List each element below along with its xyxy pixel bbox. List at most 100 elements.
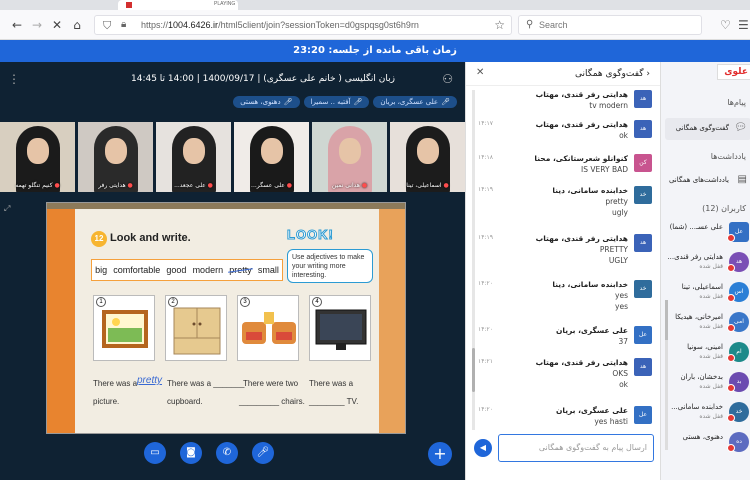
- tab-playing-label: PLAYING: [214, 1, 236, 7]
- picture-chairs: 3: [237, 295, 299, 361]
- message-text: pretty: [605, 197, 628, 206]
- lock-icon[interactable]: 🔒︎: [121, 19, 126, 30]
- send-button[interactable]: ◀: [474, 439, 492, 457]
- avatar[interactable]: هد: [634, 234, 652, 252]
- avatar[interactable]: عل: [634, 326, 652, 344]
- message-sender: هدایتی رفر قندی، مهتاب: [535, 120, 628, 129]
- tab-favicon: [126, 2, 132, 8]
- home-icon[interactable]: ⌂: [70, 18, 84, 32]
- mic-muted-badge: [727, 444, 735, 452]
- mute-button[interactable]: 🎤︎: [252, 442, 274, 464]
- mic-muted-badge: [727, 414, 735, 422]
- close-icon[interactable]: ✕: [50, 18, 64, 32]
- webcam-tile[interactable]: ● علی عسگر...: [234, 122, 309, 192]
- avatar[interactable]: خد: [634, 186, 652, 204]
- meeting-header: ⋮ زبان انگلیسی ( خانم علی عسگری) | 1400/…: [0, 62, 465, 92]
- search-placeholder: Search: [539, 20, 568, 30]
- webcam-label: علی عسگر...: [251, 182, 285, 189]
- picture-tv: 4: [309, 295, 371, 361]
- user-name: هدایتی رفر قندی...: [667, 253, 723, 261]
- message-text: IS VERY BAD: [581, 165, 628, 174]
- expand-icon[interactable]: ⤢: [4, 204, 10, 214]
- users-heading: کاربران (12): [702, 204, 746, 213]
- messages-heading: پیام‌ها: [727, 98, 746, 107]
- speaker-pill[interactable]: 🎤︎ علی عسگری، بریان: [373, 96, 457, 108]
- user-list-item[interactable]: بد بدخشان، باران قفل شده: [661, 370, 750, 394]
- webcam-button[interactable]: ◙: [180, 442, 202, 464]
- webcam-tile[interactable]: ● هدانی نمین: [312, 122, 387, 192]
- message-text: ugly: [611, 208, 628, 217]
- talking-indicators: 🎤︎ علی عسگری، بریان 🎤︎ آفتبه .. سمیرا 🎤︎ ده…: [233, 96, 457, 108]
- sentence-text: There was a: [309, 379, 354, 388]
- message-time: ۱۴:۱۹: [478, 234, 493, 241]
- user-name: دهنوی، هستی: [682, 433, 723, 441]
- school-logo: علوی: [717, 64, 750, 80]
- shield-icon[interactable]: ⛉: [103, 19, 111, 33]
- chat-message: عل علی عسگری، بریان ۱۴:۲۰ yes hasti: [474, 406, 652, 432]
- exercise-title: Look and write.: [110, 232, 191, 244]
- message-sender: هدایتی رفر قندی، مهتاب: [535, 234, 628, 243]
- webcam-tile[interactable]: ● هدایتی رفر: [78, 122, 153, 192]
- user-list-item[interactable]: ده دهنوی، هستی: [661, 430, 750, 454]
- word-crossed: pretty: [229, 265, 252, 275]
- avatar[interactable]: خد: [634, 280, 652, 298]
- speaker-pill[interactable]: 🎤︎ دهنوی، هستی: [233, 96, 300, 108]
- user-list-item[interactable]: خد خدابنده سامانی... قفل شده: [661, 400, 750, 424]
- chat-message: هد هدایتی رفر قندی، مهتاب ۱۴:۱۷ ok: [474, 120, 652, 146]
- message-text: tv modern: [589, 101, 628, 110]
- shared-notes-item[interactable]: ▤ یادداشت‌های همگانی: [665, 170, 750, 192]
- back-icon[interactable]: ←: [10, 18, 24, 32]
- user-list-item[interactable]: ام امینی، سونیا قفل شده: [661, 340, 750, 364]
- message-sender: خدابنده سامانی، دینا: [552, 280, 628, 289]
- avatar[interactable]: هد: [634, 90, 652, 108]
- chat-title[interactable]: ‹ گفت‌وگوی همگانی: [575, 69, 650, 79]
- chat-message: هد هدایتی رفر قندی، مهتاب tv modern: [474, 90, 652, 116]
- word-box: big comfortable good modern pretty small: [91, 259, 283, 281]
- user-list-item[interactable]: عل علی عسـ... (شما): [661, 220, 750, 244]
- webcam-tile[interactable]: ● کنیم تنگلو تهمه: [0, 122, 75, 192]
- public-chat-item[interactable]: 💬︎ گفت‌وگوی همگانی: [665, 118, 750, 140]
- mic-icon: 🎤︎: [441, 98, 450, 106]
- search-input[interactable]: ⚲ Search: [518, 15, 702, 35]
- notes-heading: یادداشت‌ها: [710, 152, 746, 161]
- message-sender: خدابنده سامانی، دینا: [552, 186, 628, 195]
- forward-icon[interactable]: →: [30, 18, 44, 32]
- webcam-tile[interactable]: ● علی عجعد...: [156, 122, 231, 192]
- avatar[interactable]: هد: [634, 358, 652, 376]
- chat-message: کن کنوانلو شعرستانکی، محنا ۱۴:۱۸ IS VERY BA…: [474, 154, 652, 180]
- user-status: قفل شده: [699, 263, 723, 270]
- audio-button[interactable]: ✆: [216, 442, 238, 464]
- url-bar[interactable]: ⛉ 🔒︎ https://1004.6426.ir/html5client/jo…: [94, 15, 512, 35]
- actions-plus-button[interactable]: +: [428, 442, 452, 466]
- speaker-pill[interactable]: 🎤︎ آفتبه .. سمیرا: [303, 96, 370, 108]
- webcam-tile[interactable]: ● اسماعیلی، تینا: [390, 122, 465, 192]
- message-text: ok: [619, 380, 628, 389]
- mic-muted-badge: [727, 294, 735, 302]
- close-chat-icon[interactable]: ✕: [476, 67, 484, 78]
- sentence-text: cupboard.: [167, 397, 203, 406]
- message-time: ۱۴:۱۷: [478, 120, 493, 127]
- share-screen-button[interactable]: ▭: [144, 442, 166, 464]
- url-text[interactable]: https://1004.6426.ir/html5client/join?se…: [141, 20, 419, 30]
- browser-tab[interactable]: PLAYING: [118, 0, 238, 10]
- menu-icon[interactable]: ☰: [738, 18, 749, 32]
- chat-input[interactable]: ارسال پیام به گفت‌وگوی همگانی: [498, 434, 654, 462]
- avatar[interactable]: عل: [634, 406, 652, 424]
- bookmark-star-icon[interactable]: ☆: [494, 18, 505, 32]
- sentence-text: There were two: [243, 379, 299, 388]
- mic-muted-badge: [727, 324, 735, 332]
- user-list-item[interactable]: اس اسماعیلی، تینا قفل شده: [661, 280, 750, 304]
- user-status: قفل شده: [699, 413, 723, 420]
- webcam-label: هدانی نمین: [331, 182, 360, 189]
- search-icon: ⚲: [526, 19, 534, 30]
- avatar[interactable]: کن: [634, 154, 652, 172]
- user-list-item[interactable]: هد هدایتی رفر قندی... قفل شده: [661, 250, 750, 274]
- more-options-icon[interactable]: ⋮: [8, 72, 20, 86]
- user-list-item[interactable]: امی امیرخانی، هیدیکا قفل شده: [661, 310, 750, 334]
- avatar[interactable]: هد: [634, 120, 652, 138]
- pocket-icon[interactable]: ♡: [720, 18, 731, 32]
- sentence-text: ________ TV.: [309, 397, 359, 406]
- user-list-icon[interactable]: ⚇: [442, 72, 453, 86]
- exercise-number: 12: [91, 231, 107, 247]
- chat-panel: ✕ ‹ گفت‌وگوی همگانی هد هدایتی رفر قندی، م…: [465, 62, 660, 480]
